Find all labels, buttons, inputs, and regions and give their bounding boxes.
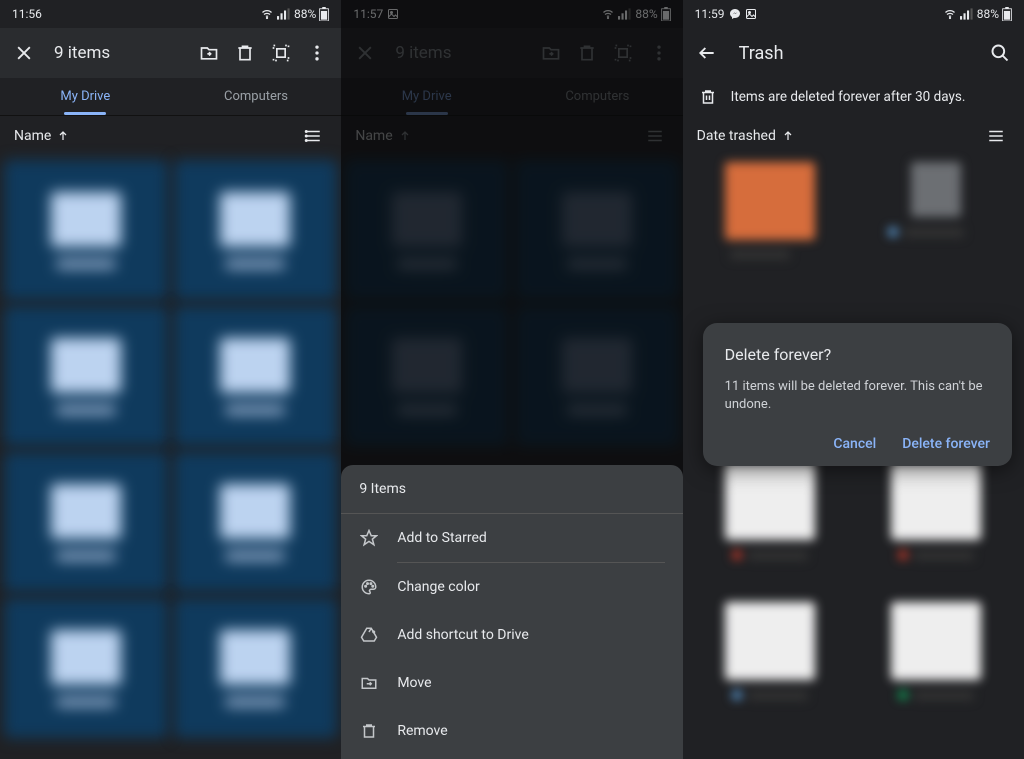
delete-forever-dialog: Delete forever? 11 items will be deleted… (703, 323, 1012, 466)
status-time: 11:59 (695, 7, 725, 21)
sheet-item-starred[interactable]: Add to Starred (341, 514, 682, 562)
arrow-up-icon (782, 130, 794, 142)
folder-item[interactable] (174, 452, 338, 592)
folder-item[interactable] (174, 306, 338, 446)
status-bar: 11:56 88% (0, 0, 341, 28)
status-time: 11:56 (12, 7, 42, 21)
select-all-icon[interactable] (267, 39, 295, 67)
trash-icon[interactable] (231, 39, 259, 67)
selection-title: 9 items (46, 43, 187, 63)
sheet-item-label: Add to Starred (397, 530, 486, 546)
bottom-sheet: 9 Items Add to Starred Change color Add … (341, 465, 682, 759)
page-title: Trash (729, 43, 978, 64)
sheet-item-shortcut[interactable]: Add shortcut to Drive (341, 611, 682, 659)
move-icon (359, 673, 379, 693)
tabs: My Drive Computers (0, 78, 341, 116)
folder-item[interactable] (174, 160, 338, 300)
layout-toggle-icon[interactable] (982, 122, 1010, 150)
search-icon[interactable] (986, 39, 1014, 67)
drive-shortcut-icon (359, 625, 379, 645)
sheet-item-move[interactable]: Move (341, 659, 682, 707)
trash-info-text: Items are deleted forever after 30 days. (731, 89, 966, 105)
file-grid (0, 156, 341, 742)
palette-icon (359, 577, 379, 597)
trash-toolbar: Trash (683, 28, 1024, 78)
trash-item[interactable] (693, 162, 849, 292)
sort-row[interactable]: Name (0, 116, 341, 156)
sheet-item-color[interactable]: Change color (341, 563, 682, 611)
dialog-title: Delete forever? (725, 345, 990, 364)
tab-computers[interactable]: Computers (171, 78, 342, 115)
folder-item[interactable] (4, 452, 168, 592)
battery-pct: 88% (977, 7, 999, 21)
overflow-icon[interactable] (303, 39, 331, 67)
arrow-up-icon (57, 130, 69, 142)
dialog-body: 11 items will be deleted forever. This c… (725, 378, 990, 414)
move-to-icon[interactable] (195, 39, 223, 67)
trash-item[interactable] (858, 162, 1014, 292)
sheet-item-remove[interactable]: Remove (341, 707, 682, 755)
tab-my-drive[interactable]: My Drive (0, 78, 171, 115)
selection-toolbar: 9 items (0, 28, 341, 78)
folder-item[interactable] (4, 160, 168, 300)
sheet-header: 9 Items (341, 465, 682, 514)
trash-item[interactable] (858, 462, 1014, 592)
screenshot-panel-1: 11:56 88% 9 items (0, 0, 341, 759)
messenger-notif-icon (729, 8, 741, 20)
signal-icon (277, 8, 291, 20)
wifi-icon (260, 8, 274, 20)
trash-item[interactable] (693, 602, 849, 732)
battery-pct: 88% (294, 7, 316, 21)
star-icon (359, 528, 379, 548)
sort-label: Date trashed (697, 128, 776, 144)
signal-icon (960, 8, 974, 20)
trash-icon (699, 88, 717, 106)
delete-forever-button[interactable]: Delete forever (902, 436, 990, 452)
screenshot-panel-3: 11:59 88% Trash Items are deleted foreve… (683, 0, 1024, 759)
trash-item[interactable] (693, 462, 849, 592)
sheet-item-label: Add shortcut to Drive (397, 627, 528, 643)
sort-label: Name (14, 128, 51, 144)
folder-item[interactable] (174, 598, 338, 738)
layout-toggle-icon[interactable] (299, 122, 327, 150)
trash-info-banner: Items are deleted forever after 30 days. (683, 78, 1024, 116)
cancel-button[interactable]: Cancel (833, 436, 876, 452)
wifi-icon (943, 8, 957, 20)
battery-icon (319, 7, 329, 21)
sort-row[interactable]: Date trashed (683, 116, 1024, 156)
screenshot-panel-2: 11:57 88% 9 items My Drive Computers Nam… (341, 0, 682, 759)
remove-icon (359, 721, 379, 741)
sheet-item-label: Change color (397, 579, 479, 595)
trash-item[interactable] (858, 602, 1014, 732)
folder-item[interactable] (4, 306, 168, 446)
close-icon[interactable] (10, 39, 38, 67)
back-icon[interactable] (693, 39, 721, 67)
status-bar: 11:59 88% (683, 0, 1024, 28)
battery-icon (1002, 7, 1012, 21)
image-notif-icon (745, 8, 757, 20)
sheet-item-label: Move (397, 675, 431, 691)
sheet-item-label: Remove (397, 723, 447, 739)
folder-item[interactable] (4, 598, 168, 738)
